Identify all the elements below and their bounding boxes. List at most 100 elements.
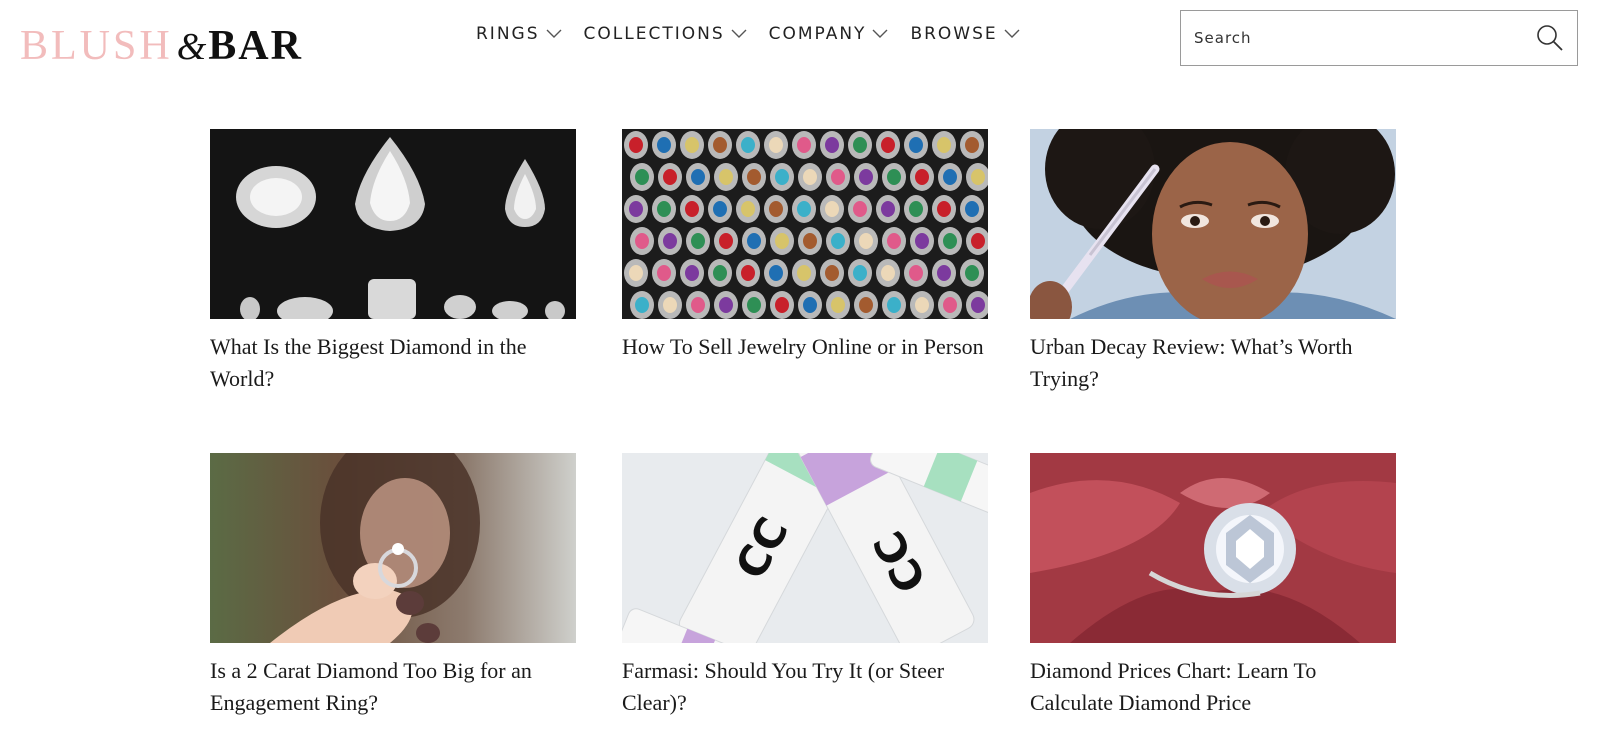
article-title[interactable]: How To Sell Jewelry Online or in Person [622, 331, 988, 363]
search-input[interactable] [1181, 11, 1511, 65]
article-image[interactable] [622, 129, 988, 319]
logo-ampersand: & [176, 26, 207, 68]
ring-gem [909, 201, 923, 217]
article-title[interactable]: Urban Decay Review: What’s Worth Trying? [1030, 331, 1396, 395]
ring-gem [937, 201, 951, 217]
ring-gem [769, 265, 783, 281]
ring-on-fabric-image [1030, 453, 1396, 643]
ring-gem [769, 201, 783, 217]
nav-rings[interactable]: RINGS [476, 22, 562, 46]
article-title[interactable]: Farmasi: Should You Try It (or Steer Cle… [622, 655, 988, 719]
ring-gem [803, 233, 817, 249]
ring-gem [775, 297, 789, 313]
nav-collections[interactable]: COLLECTIONS [584, 22, 747, 46]
ring-gem [971, 297, 985, 313]
nav-company[interactable]: COMPANY [769, 22, 889, 46]
ring-gem [859, 169, 873, 185]
search-icon[interactable] [1535, 23, 1565, 53]
ring-gem [629, 137, 643, 153]
ring-gem [915, 297, 929, 313]
article-image[interactable] [1030, 453, 1396, 643]
ring-gem [971, 233, 985, 249]
ring-gem [859, 233, 873, 249]
chevron-down-icon [731, 29, 747, 38]
ring-gem [713, 137, 727, 153]
ring-gem [663, 169, 677, 185]
nav-label: COMPANY [768, 24, 867, 44]
ring-gem [657, 137, 671, 153]
chevron-down-icon [1004, 29, 1020, 38]
ring-gem [825, 201, 839, 217]
ring-gem [797, 137, 811, 153]
ring-gem [775, 233, 789, 249]
ring-gem [685, 265, 699, 281]
ring-gem [685, 137, 699, 153]
article-card[interactable]: Urban Decay Review: What’s Worth Trying? [1030, 129, 1396, 395]
search-box [1180, 10, 1578, 66]
ring-gem [881, 137, 895, 153]
ring-gem [747, 297, 761, 313]
ring-gem [937, 265, 951, 281]
ring-gem [825, 265, 839, 281]
chevron-down-icon [546, 29, 562, 38]
ring-gem [859, 297, 873, 313]
ring-gem [909, 265, 923, 281]
rings-image [622, 129, 988, 319]
ring-gem [741, 137, 755, 153]
ring-gem [937, 137, 951, 153]
nav-label: RINGS [476, 24, 540, 44]
ring-gem [691, 169, 705, 185]
ring-gem [825, 137, 839, 153]
article-title[interactable]: What Is the Biggest Diamond in the World… [210, 331, 576, 395]
nav-browse[interactable]: BROWSE [910, 22, 1020, 46]
article-title[interactable]: Is a 2 Carat Diamond Too Big for an Enga… [210, 655, 576, 719]
ring-gem [909, 137, 923, 153]
article-card[interactable]: Is a 2 Carat Diamond Too Big for an Enga… [210, 453, 576, 719]
ring-gem [943, 297, 957, 313]
ring-gem [629, 265, 643, 281]
article-image[interactable] [1030, 129, 1396, 319]
ring-gem [803, 169, 817, 185]
ring-gem [965, 265, 979, 281]
article-title[interactable]: Diamond Prices Chart: Learn To Calculate… [1030, 655, 1396, 719]
ring-gem [635, 169, 649, 185]
ring-gem [775, 169, 789, 185]
ring-gem [831, 233, 845, 249]
logo-blush-text: BLUSH [20, 23, 173, 69]
ring-gem [853, 201, 867, 217]
ring-gem [719, 169, 733, 185]
ring-gem [657, 265, 671, 281]
ring-gem [887, 169, 901, 185]
ring-gem [887, 297, 901, 313]
article-card[interactable]: Diamond Prices Chart: Learn To Calculate… [1030, 453, 1396, 719]
cream-tubes-image: CC CC [622, 453, 988, 643]
portrait-image [1030, 129, 1396, 319]
article-image[interactable]: CC CC [622, 453, 988, 643]
hand-ring-image [210, 453, 576, 643]
ring-gem [629, 201, 643, 217]
article-image[interactable] [210, 129, 576, 319]
ring-gem [853, 265, 867, 281]
ring-gem [741, 201, 755, 217]
ring-gem [691, 233, 705, 249]
ring-gem [797, 201, 811, 217]
ring-gem [691, 297, 705, 313]
ring-gem [881, 201, 895, 217]
article-card[interactable]: CC CC Farmasi: Should You Try It (or Ste… [622, 453, 988, 719]
nav-label: COLLECTIONS [583, 24, 725, 44]
brand-logo[interactable]: BLUSH & BAR [20, 24, 303, 68]
ring-gem [657, 201, 671, 217]
ring-gem [915, 233, 929, 249]
article-card[interactable]: What Is the Biggest Diamond in the World… [210, 129, 576, 395]
ring-gem [719, 233, 733, 249]
ring-gem [915, 169, 929, 185]
article-card[interactable]: How To Sell Jewelry Online or in Person [622, 129, 988, 363]
chevron-down-icon [872, 29, 888, 38]
ring-gem [635, 233, 649, 249]
article-image[interactable] [210, 453, 576, 643]
main-nav: RINGS COLLECTIONS COMPANY BROWSE [476, 22, 1042, 46]
ring-gem [713, 265, 727, 281]
ring-gem [971, 169, 985, 185]
ring-gem [887, 233, 901, 249]
ring-gem [965, 201, 979, 217]
